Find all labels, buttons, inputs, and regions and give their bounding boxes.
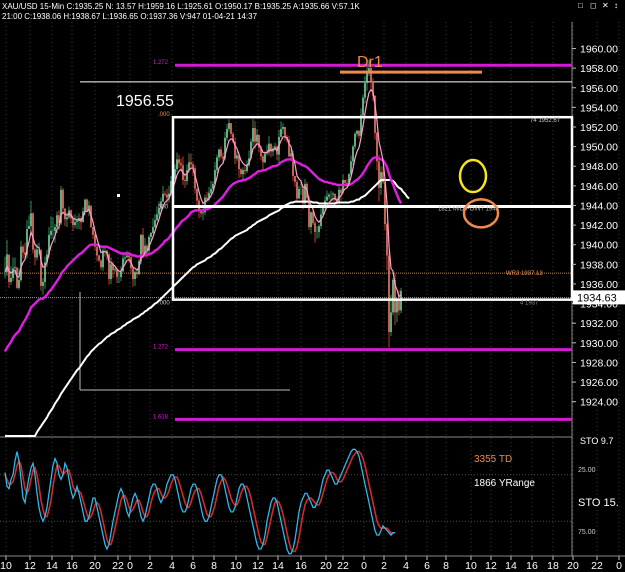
stoch-label: STO 15. [578,497,619,509]
stoch-fast-line [4,448,395,555]
x-tick-label: 6 [424,560,430,572]
x-tick-label: 14 [46,560,58,572]
x-tick-label: 10 [465,560,477,572]
x-tick-label: 0 [127,560,133,572]
x-tick-label: 12 [252,560,264,572]
x-tick-label: 20 [320,560,332,572]
time-axis: 10 12 14 16 20 22 0 2 4 6 8 10 12 14 16 20 22 0 2 4 6 8 10 12 14… [0,556,622,572]
ema-magenta-line [3,156,403,353]
x-tick-label: 2 [381,560,387,572]
box-tag: .000 [158,112,170,118]
annotation-circle-orange [462,198,500,229]
stoch-tick-lower: 75.00 [578,529,596,536]
annotation-circle-yellow [458,158,488,194]
x-tick-label: 8 [443,560,449,572]
fib-top-label: 1.272 [153,60,169,66]
y-tick-label: 1960.00 [580,44,618,56]
x-tick-label: 6 [190,560,196,572]
x-tick-label: 0 [361,560,367,572]
y-tick-label: 1938.00 [580,259,618,271]
y-tick-label: 1924.00 [580,397,618,409]
x-tick-label: 2 [147,560,153,572]
yrange-label: 1866 YRange [474,478,535,489]
y-tick-label: 1932.00 [580,318,618,330]
x-tick-label: 4 [403,560,409,572]
x-tick-label: 10 [0,560,12,572]
y-tick-label: 1946.00 [580,181,618,193]
price-chart[interactable]: Dr1 1956.55 1.272 1.272 1.618 .000 500 74 1952.… [0,0,625,572]
y-tick-label: 1936.00 [580,279,618,291]
y-tick-label: 1948.00 [580,161,618,173]
x-tick-label: 14 [505,560,517,572]
x-tick-label: 0 [616,560,622,572]
annotations: Dr1 1956.55 1.272 1.272 1.618 .000 500 74 1952.… [116,54,574,420]
marker-dot [117,194,120,197]
y-tick-label: 1944.00 [580,200,618,212]
x-tick-label: 12 [485,560,497,572]
x-tick-label: 16 [526,560,538,572]
x-tick-label: 22 [112,560,124,572]
moving-averages [3,88,410,437]
x-tick-label: 16 [295,560,307,572]
x-tick-label: 4 [169,560,175,572]
td-label: 3355 TD [474,454,512,465]
y-tick-label: 1928.00 [580,357,618,369]
big-price-label: 1956.55 [116,93,174,110]
y-tick-label: 1956.00 [580,83,618,95]
y-tick-label: 1952.00 [580,122,618,134]
small-label-1: .000 [158,301,170,307]
stochastic-panel: 3355 TD 1866 YRange 25.00 75.00 STO 15. STO 9… [0,436,619,555]
x-tick-label: 20 [567,560,579,572]
y-tick-label: 1930.00 [580,338,618,350]
x-tick-label: 8 [211,560,217,572]
y-tick-label: 1954.00 [580,102,618,114]
small-label-2: 4 1937 [520,301,539,307]
ema-pink-line [4,88,402,298]
x-tick-label: 14 [272,560,284,572]
y-tick-label: 1950.00 [580,142,618,154]
box-tag-left: 500 [158,204,169,210]
y-tick-label: 1940.00 [580,240,618,252]
x-tick-label: 18 [547,560,559,572]
stoch-top-label: STO 9.7 [580,436,613,446]
x-tick-label: 22 [337,560,349,572]
x-tick-label: 12 [24,560,36,572]
grid-layer [0,22,625,557]
y-tick-label: 1942.00 [580,220,618,232]
x-tick-label: 16 [66,560,78,572]
x-tick-label: 20 [89,560,101,572]
x-tick-label: 22 [591,560,603,572]
price-axis: 1924.00 1926.00 1928.00 1930.00 1932.00 1934.… [572,44,625,409]
midpoint-label: 1821 MID POINT 1943 [438,206,500,212]
dr1-label: Dr1 [357,54,383,71]
wr3-label: WR3 1937.13 [506,271,543,277]
last-price-label: 1934.63 [577,292,617,304]
y-tick-label: 1926.00 [580,377,618,389]
x-tick-label: 10 [230,560,242,572]
r-level-label: 74 1952.67 [530,118,561,124]
fib-mid-label: 1.272 [153,345,169,351]
fib-low-label: 1.618 [153,414,169,420]
y-tick-label: 1958.00 [580,63,618,75]
stoch-tick-upper: 25.00 [578,467,596,474]
